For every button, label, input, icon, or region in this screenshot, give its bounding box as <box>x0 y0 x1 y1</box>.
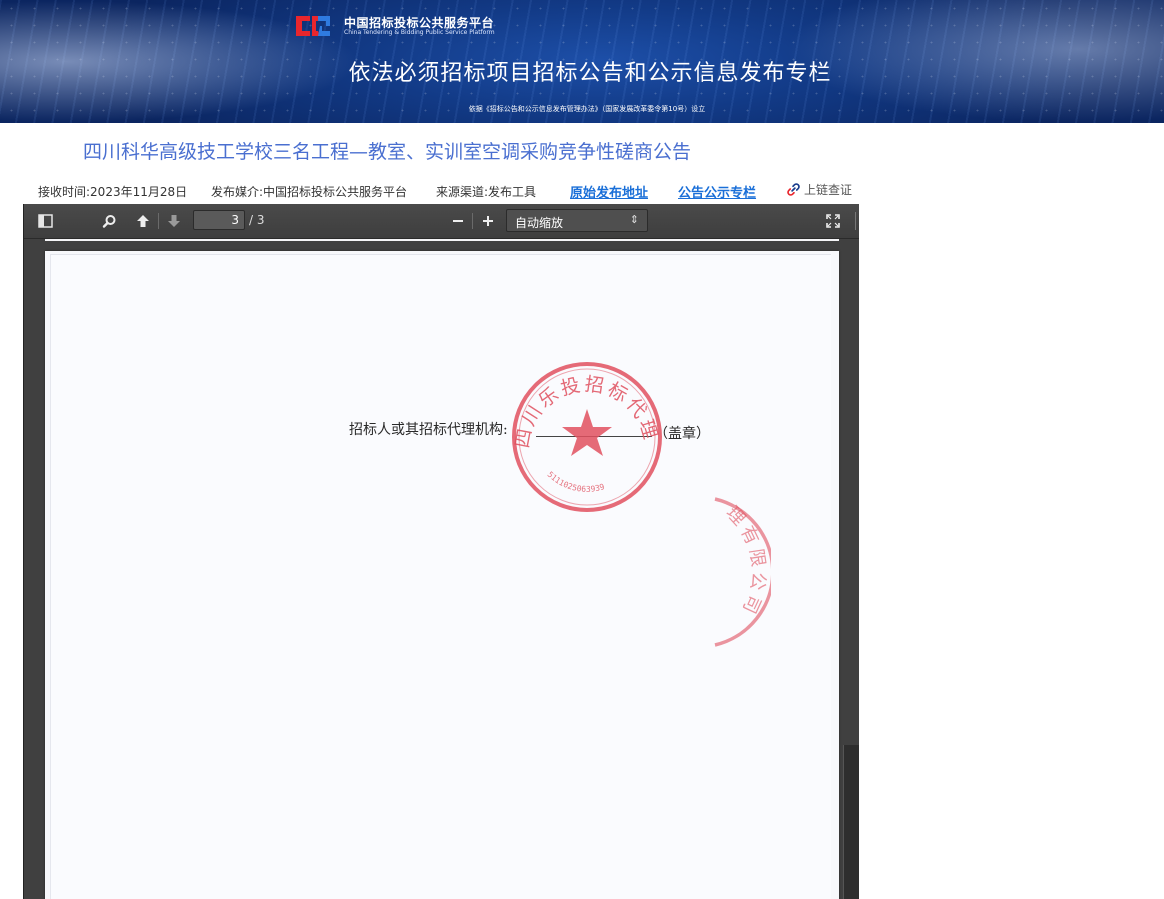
previous-page-button[interactable] <box>132 210 154 232</box>
zoom-select-value: 自动缩放 <box>515 216 564 230</box>
zoom-select[interactable]: 自动缩放 ⇕ <box>506 209 648 232</box>
partial-seal-text: 理有限公司 <box>722 502 765 620</box>
toolbar-separator <box>472 213 473 229</box>
banner-legal-basis: 依据《招标公告和公示信息发布管理办法》（国家发展改革委令第10号）设立 <box>468 105 706 113</box>
header-banner: 中国招标投标公共服务平台 China Tendering & Bidding P… <box>0 0 1164 123</box>
plus-icon <box>483 216 493 226</box>
signature-label: 招标人或其招标代理机构: <box>349 422 508 438</box>
svg-text:理有限公司: 理有限公司 <box>722 502 769 620</box>
minus-icon <box>453 220 463 222</box>
page-total: / 3 <box>249 213 265 227</box>
svg-text:5111025063939: 5111025063939 <box>546 470 606 494</box>
fullscreen-button[interactable] <box>822 210 844 232</box>
scanned-page-content: 招标人或其招标代理机构: （盖章） 四川乐投招标代理有限公司 5111 <box>50 254 831 899</box>
page-number-input[interactable] <box>193 210 245 230</box>
zoom-out-button[interactable] <box>447 210 469 232</box>
platform-name-en: China Tendering & Bidding Public Service… <box>344 29 495 36</box>
partial-seal-stamp: 理有限公司 <box>714 497 771 647</box>
seal-code: 5111025063939 <box>546 470 606 494</box>
zoom-in-button[interactable] <box>477 210 499 232</box>
chain-verify-link[interactable]: 上链查证 <box>786 181 852 198</box>
find-button[interactable] <box>98 210 120 232</box>
notice-column-link[interactable]: 公告公示专栏 <box>678 182 756 201</box>
chain-link-icon <box>787 183 800 196</box>
next-page-button[interactable] <box>163 210 185 232</box>
source-channel: 来源渠道:发布工具 <box>436 185 537 199</box>
select-arrows-icon: ⇕ <box>629 213 639 226</box>
toolbar-separator <box>855 212 856 230</box>
arrow-up-icon <box>137 215 149 227</box>
original-publish-link[interactable]: 原始发布地址 <box>570 182 648 201</box>
arrow-down-icon <box>168 215 180 227</box>
received-time: 接收时间:2023年11月28日 <box>38 185 188 199</box>
pdf-toolbar: / 3 自动缩放 ⇕ <box>24 204 859 239</box>
sidebar-toggle-icon <box>37 214 53 228</box>
toolbar-separator <box>158 213 159 229</box>
pdf-page: 招标人或其招标代理机构: （盖章） 四川乐投招标代理有限公司 5111 <box>45 251 839 899</box>
banner-title: 依法必须招标项目招标公告和公示信息发布专栏 <box>348 61 832 86</box>
pdf-canvas-area[interactable]: 招标人或其招标代理机构: （盖章） 四川乐投招标代理有限公司 5111 <box>24 239 859 899</box>
platform-logo-icon <box>296 16 330 36</box>
publish-media: 发布媒介:中国招标投标公共服务平台 <box>211 185 408 199</box>
pdf-viewer: / 3 自动缩放 ⇕ 招标人或其招 <box>23 204 859 899</box>
announcement-title: 四川科华高级技工学校三名工程—教室、实训室空调采购竞争性磋商公告 <box>83 141 692 163</box>
chain-verify-label: 上链查证 <box>804 183 853 197</box>
company-seal-stamp: 四川乐投招标代理有限公司 5111025063939 <box>507 357 662 512</box>
previous-page-edge <box>45 239 839 241</box>
fullscreen-icon <box>826 214 840 228</box>
vertical-scrollbar[interactable] <box>843 745 859 899</box>
toggle-sidebar-button[interactable] <box>34 210 56 232</box>
search-icon <box>102 214 115 228</box>
